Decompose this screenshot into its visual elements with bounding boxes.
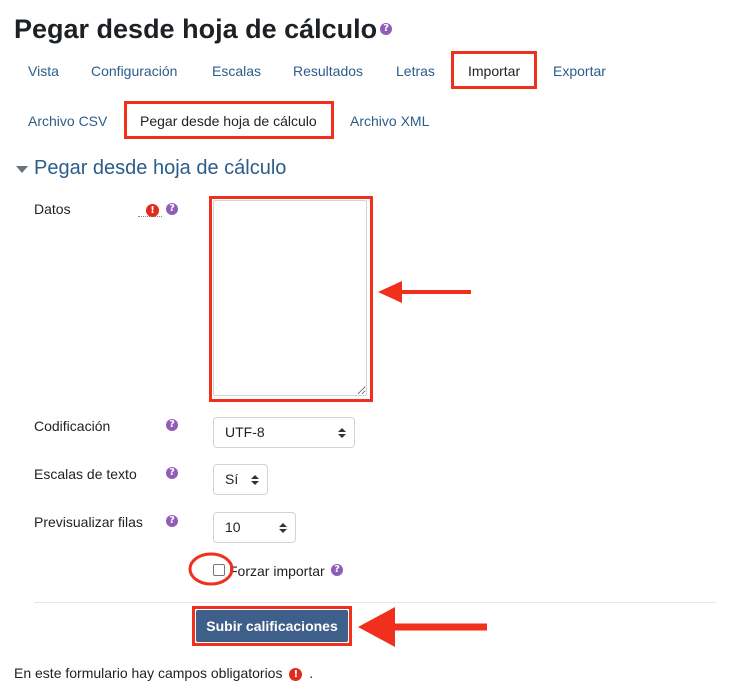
- tab-exportar[interactable]: Exportar: [553, 63, 606, 79]
- annotation-box-pegar: [124, 101, 334, 139]
- section-title[interactable]: Pegar desde hoja de cálculo: [34, 157, 286, 180]
- codificacion-value: UTF-8: [225, 424, 265, 440]
- help-icon-datos[interactable]: ?: [166, 203, 178, 215]
- tab-resultados[interactable]: Resultados: [293, 63, 363, 79]
- form-divider: [34, 602, 716, 603]
- escalas-label: Escalas de texto: [34, 466, 137, 482]
- forzar-label[interactable]: Forzar importar: [229, 563, 325, 579]
- previsualizar-label: Previsualizar filas: [34, 514, 143, 530]
- help-icon-escalas[interactable]: ?: [166, 467, 178, 479]
- escalas-value: Sí: [225, 471, 239, 487]
- tab-escalas[interactable]: Escalas: [212, 63, 261, 79]
- datos-label: Datos: [34, 201, 71, 217]
- tab-configuracion[interactable]: Configuración: [91, 63, 177, 79]
- collapse-triangle-icon[interactable]: [16, 166, 28, 173]
- annotation-box-datos: [209, 196, 373, 402]
- required-note-text: En este formulario hay campos obligatori…: [14, 665, 283, 681]
- tab-vista[interactable]: Vista: [28, 63, 59, 79]
- required-note-period: .: [309, 665, 314, 681]
- annotation-box-submit: [192, 606, 352, 646]
- required-note: En este formulario hay campos obligatori…: [14, 665, 313, 681]
- page-title: Pegar desde hoja de cálculo?: [14, 14, 393, 45]
- required-icon: !: [146, 204, 159, 217]
- annotation-arrow-icon: [378, 281, 471, 303]
- help-icon-forzar[interactable]: ?: [331, 564, 343, 576]
- required-icon: !: [289, 667, 303, 681]
- escalas-select[interactable]: Sí: [213, 464, 268, 495]
- select-caret-icon: [251, 475, 259, 485]
- codificacion-label: Codificación: [34, 418, 111, 434]
- previsualizar-value: 10: [225, 519, 241, 535]
- select-caret-icon: [338, 428, 346, 438]
- annotation-box-importar: [451, 51, 537, 89]
- page-title-text: Pegar desde hoja de cálculo: [14, 14, 378, 44]
- annotation-arrow-icon: [358, 607, 487, 647]
- help-icon[interactable]: ?: [380, 22, 393, 35]
- tab-letras[interactable]: Letras: [396, 63, 435, 79]
- subtab-archivo-xml[interactable]: Archivo XML: [350, 113, 429, 129]
- subtab-archivo-csv[interactable]: Archivo CSV: [28, 113, 107, 129]
- select-caret-icon: [279, 523, 287, 533]
- help-icon-codificacion[interactable]: ?: [166, 419, 178, 431]
- annotation-circle-icon: [188, 552, 234, 586]
- previsualizar-select[interactable]: 10: [213, 512, 296, 543]
- codificacion-select[interactable]: UTF-8: [213, 417, 355, 448]
- help-icon-previsualizar[interactable]: ?: [166, 515, 178, 527]
